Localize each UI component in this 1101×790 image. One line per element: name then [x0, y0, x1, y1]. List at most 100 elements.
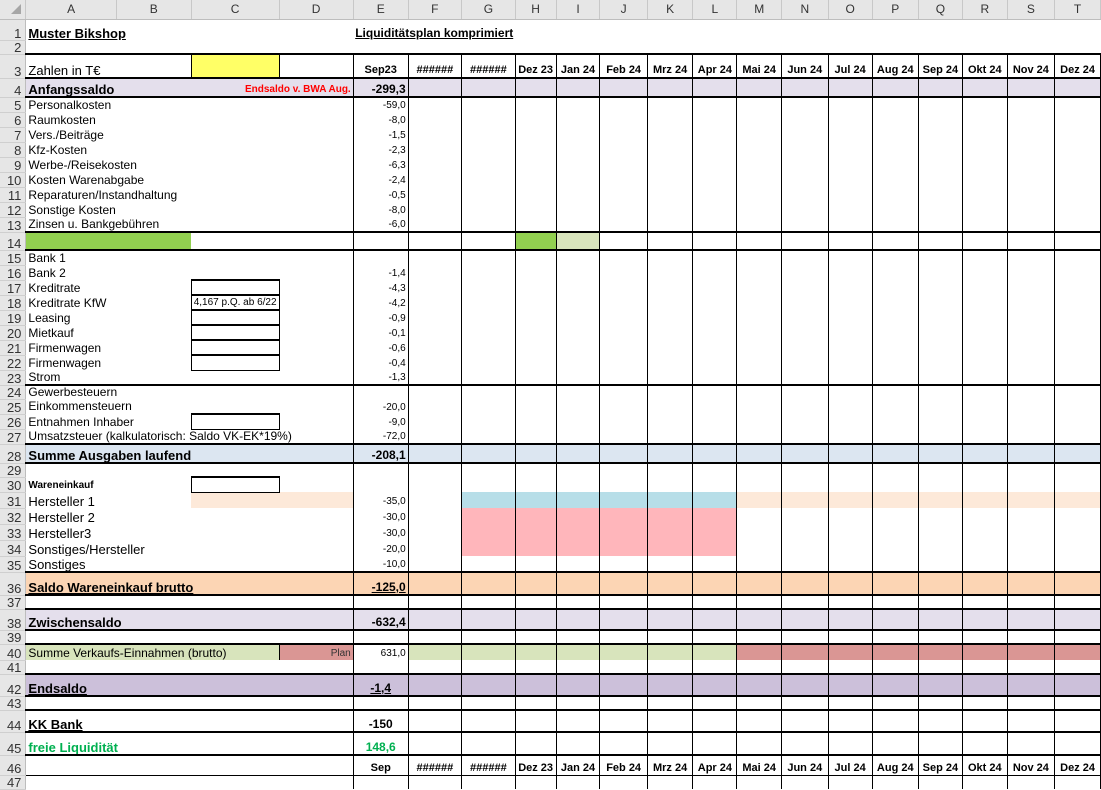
cell[interactable]: [1007, 629, 1056, 644]
cell[interactable]: [962, 608, 1008, 630]
cell[interactable]: [191, 709, 280, 732]
cell[interactable]: [515, 540, 557, 556]
cell[interactable]: [647, 414, 694, 429]
cell[interactable]: [461, 265, 516, 280]
row-header[interactable]: 16: [0, 265, 27, 281]
cell[interactable]: [692, 127, 738, 142]
cell[interactable]: [279, 660, 354, 674]
cell[interactable]: [962, 40, 1007, 54]
cell[interactable]: [1007, 540, 1056, 556]
cell[interactable]: [918, 608, 963, 630]
cell[interactable]: [1007, 556, 1056, 572]
cell[interactable]: [647, 629, 694, 644]
cell[interactable]: [781, 217, 829, 232]
cell[interactable]: [828, 265, 873, 280]
cell[interactable]: [1054, 462, 1101, 477]
cell[interactable]: [515, 508, 557, 524]
tax-value[interactable]: -72,0: [353, 429, 409, 444]
cell[interactable]: [515, 660, 557, 674]
cell[interactable]: [1054, 172, 1101, 187]
cell[interactable]: [408, 709, 463, 732]
cell[interactable]: [1007, 443, 1056, 463]
cell[interactable]: [556, 355, 601, 370]
cell[interactable]: [647, 695, 694, 710]
cell[interactable]: [1054, 217, 1101, 232]
cell[interactable]: [872, 462, 919, 477]
cell[interactable]: [872, 231, 919, 250]
cell[interactable]: [692, 202, 738, 217]
cell[interactable]: [556, 731, 601, 755]
cell[interactable]: [647, 370, 694, 385]
cell[interactable]: [962, 295, 1008, 310]
cell[interactable]: [599, 608, 648, 630]
cell[interactable]: [918, 265, 963, 280]
row-header[interactable]: 3: [0, 54, 27, 79]
cell[interactable]: [692, 249, 738, 265]
cell[interactable]: [918, 325, 963, 340]
cell[interactable]: [736, 594, 783, 609]
cell[interactable]: [408, 231, 463, 250]
cell[interactable]: [599, 295, 648, 310]
cell[interactable]: [828, 673, 873, 696]
cell[interactable]: [1007, 127, 1056, 142]
cell[interactable]: [692, 429, 738, 444]
row-header[interactable]: 17: [0, 280, 27, 296]
cell[interactable]: [736, 202, 783, 217]
row-header[interactable]: 23: [0, 370, 27, 386]
cell[interactable]: [647, 142, 694, 157]
cell[interactable]: [599, 399, 648, 414]
cell[interactable]: [918, 96, 963, 112]
cell[interactable]: [781, 340, 829, 355]
cell[interactable]: [962, 77, 1008, 97]
cell[interactable]: [872, 142, 919, 157]
cell[interactable]: [515, 608, 557, 630]
cell[interactable]: [1007, 172, 1056, 187]
cell[interactable]: [736, 370, 783, 385]
cell[interactable]: [872, 524, 919, 540]
cell[interactable]: [191, 695, 280, 710]
cell[interactable]: [872, 443, 919, 463]
month-footer[interactable]: ######: [408, 754, 463, 776]
cell[interactable]: [962, 556, 1008, 572]
finance-note[interactable]: [190, 324, 280, 341]
cell[interactable]: [515, 695, 557, 710]
cell[interactable]: [918, 673, 963, 696]
cell[interactable]: [1007, 775, 1056, 789]
cell[interactable]: [962, 524, 1008, 540]
cell[interactable]: [1007, 340, 1056, 355]
finance-note[interactable]: [190, 339, 280, 356]
cell[interactable]: [1007, 77, 1056, 97]
cell[interactable]: [116, 40, 191, 54]
cell[interactable]: [918, 355, 963, 370]
month-header[interactable]: Jun 24: [781, 53, 829, 78]
month-header[interactable]: Apr 24: [692, 53, 738, 78]
tax-label[interactable]: Entnahmen Inhaber: [26, 414, 191, 429]
cell[interactable]: [1054, 660, 1101, 674]
cell[interactable]: [647, 477, 694, 492]
cell[interactable]: [279, 355, 354, 370]
month-header[interactable]: Dez 24: [1054, 53, 1101, 78]
cell[interactable]: [556, 157, 601, 172]
cell[interactable]: [515, 112, 557, 127]
cell[interactable]: [692, 280, 738, 295]
cell[interactable]: [692, 414, 738, 429]
cell[interactable]: [828, 40, 872, 54]
cell[interactable]: [918, 731, 963, 755]
cell[interactable]: [647, 325, 694, 340]
cell[interactable]: [962, 508, 1008, 524]
finance-label[interactable]: Kreditrate: [26, 280, 191, 295]
row-header[interactable]: 10: [0, 172, 27, 188]
cell[interactable]: [647, 40, 693, 54]
cell[interactable]: [828, 477, 873, 492]
cell[interactable]: [353, 462, 409, 477]
cell[interactable]: [1007, 187, 1056, 202]
row-header[interactable]: 39: [0, 630, 27, 645]
row-header[interactable]: 21: [0, 340, 27, 356]
cell[interactable]: [515, 571, 557, 595]
cell[interactable]: [872, 325, 919, 340]
cell[interactable]: [693, 19, 737, 40]
cell[interactable]: [828, 608, 873, 630]
cell[interactable]: [828, 217, 873, 232]
cell[interactable]: [556, 477, 601, 492]
cell[interactable]: [461, 249, 516, 265]
